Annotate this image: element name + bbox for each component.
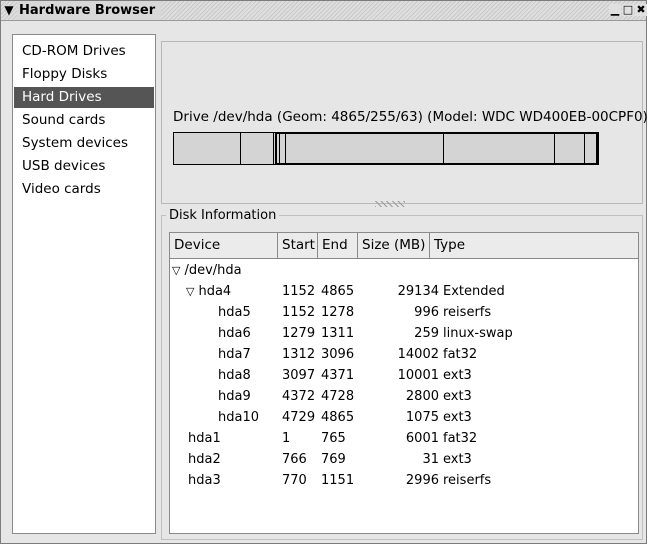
table-row[interactable]: ▽ hda4 1152 4865 29134 Extended [170,281,638,302]
table-row[interactable]: hda7 1312 3096 14002 fat32 [170,344,638,365]
size-cell: 996 [414,305,439,320]
size-cell: 10001 [397,368,439,383]
column-header-end[interactable]: End [318,233,358,258]
partition-segment-hda10[interactable] [585,134,597,165]
table-row[interactable]: hda10 4729 4865 1075 ext3 [170,407,638,428]
partition-segment-hda7[interactable] [286,134,444,165]
drive-panel: Drive /dev/hda (Geom: 4865/255/63) (Mode… [161,41,648,204]
start-cell: 1152 [282,284,316,299]
type-cell: reiserfs [443,305,492,320]
end-cell: 769 [321,452,346,467]
start-cell: 1279 [282,326,316,341]
table-row[interactable]: hda6 1279 1311 259 linux-swap [170,323,638,344]
size-cell: 14002 [397,347,439,362]
partition-table[interactable]: Device Start End Size (MB) Type ▽ /dev/hd… [169,232,639,534]
partition-segment-hda4-extended[interactable] [275,133,598,165]
device-name: hda3 [188,473,221,488]
sidebar-item-hard-drives[interactable]: Hard Drives [14,87,154,108]
type-cell: Extended [443,284,505,299]
hardware-browser-window: ▼ Hardware Browser ▁ □ ✖ CD-ROM Drives F… [0,0,648,544]
table-row[interactable]: hda8 3097 4371 10001 ext3 [170,365,638,386]
sidebar-item-system-devices[interactable]: System devices [14,133,154,154]
column-header-size[interactable]: Size (MB) [358,233,430,258]
sidebar-item-sound-cards[interactable]: Sound cards [14,110,154,131]
end-cell: 765 [321,431,346,446]
type-cell: ext3 [443,452,472,467]
end-cell: 4728 [321,389,355,404]
table-row[interactable]: hda1 1 765 6001 fat32 [170,428,638,449]
device-name: hda10 [218,410,259,425]
partition-map[interactable] [173,132,599,165]
end-cell: 4865 [321,284,355,299]
size-cell: 2800 [405,389,439,404]
maximize-button[interactable]: □ [622,4,634,16]
type-cell: ext3 [443,389,472,404]
minimize-button[interactable]: ▁ [609,4,621,16]
type-cell: fat32 [443,431,478,446]
table-row[interactable]: hda9 4372 4728 2800 ext3 [170,386,638,407]
type-cell: ext3 [443,368,472,383]
end-cell: 1151 [321,473,355,488]
size-cell: 2996 [405,473,439,488]
end-cell: 4865 [321,410,355,425]
device-name: hda9 [218,389,251,404]
start-cell: 3097 [282,368,316,383]
type-cell: reiserfs [443,473,492,488]
device-name: hda5 [218,305,251,320]
table-header: Device Start End Size (MB) Type [170,233,638,259]
device-name: hda2 [188,452,221,467]
title-bar[interactable]: ▼ Hardware Browser ▁ □ ✖ [1,1,647,21]
end-cell: 4371 [321,368,355,383]
sidebar-item-floppy-disks[interactable]: Floppy Disks [14,64,154,85]
expander-icon[interactable]: ▽ [186,285,194,298]
chevron-down-icon[interactable]: ▼ [2,2,16,18]
disk-information-legend: Disk Information [166,208,280,224]
device-name: hda8 [218,368,251,383]
start-cell: 1152 [282,305,316,320]
sidebar-item-usb-devices[interactable]: USB devices [14,156,154,177]
type-cell: ext3 [443,410,472,425]
column-header-type[interactable]: Type [430,233,639,258]
disk-information-frame: Disk Information Device Start End Size (… [161,208,643,540]
table-row[interactable]: ▽ /dev/hda [170,260,638,281]
size-cell: 29134 [397,284,439,299]
column-header-device[interactable]: Device [170,233,278,258]
device-name: hda6 [218,326,251,341]
start-cell: 766 [282,452,307,467]
close-button[interactable]: ✖ [635,4,647,16]
drive-label: Drive /dev/hda (Geom: 4865/255/63) (Mode… [173,109,648,125]
partition-segment-hda1[interactable] [174,133,241,164]
partition-segment-hda3[interactable] [241,133,274,164]
table-row[interactable]: hda3 770 1151 2996 reiserfs [170,470,638,491]
size-cell: 31 [422,452,439,467]
type-cell: linux-swap [443,326,513,341]
window-title: Hardware Browser [17,1,162,20]
start-cell: 4372 [282,389,316,404]
expander-icon[interactable]: ▽ [172,264,180,277]
end-cell: 1278 [321,305,355,320]
sidebar-item-video-cards[interactable]: Video cards [14,179,154,200]
end-cell: 3096 [321,347,355,362]
start-cell: 1 [282,431,291,446]
sidebar-item-cdrom-drives[interactable]: CD-ROM Drives [14,41,154,62]
size-cell: 259 [414,326,439,341]
start-cell: 1312 [282,347,316,362]
device-name: hda7 [218,347,251,362]
column-header-start[interactable]: Start [278,233,318,258]
size-cell: 1075 [405,410,439,425]
device-name: /dev/hda [184,263,242,278]
size-cell: 6001 [405,431,439,446]
type-cell: fat32 [443,347,478,362]
table-row[interactable]: hda5 1152 1278 996 reiserfs [170,302,638,323]
start-cell: 770 [282,473,307,488]
table-row[interactable]: hda2 766 769 31 ext3 [170,449,638,470]
partition-segment-hda9[interactable] [555,134,585,165]
pane-resize-grip[interactable] [375,201,405,207]
start-cell: 4729 [282,410,316,425]
partition-segment-hda8[interactable] [444,134,555,165]
device-category-list[interactable]: CD-ROM Drives Floppy Disks Hard Drives S… [12,34,156,534]
end-cell: 1311 [321,326,355,341]
device-name: hda4 [198,284,232,299]
device-name: hda1 [188,431,221,446]
